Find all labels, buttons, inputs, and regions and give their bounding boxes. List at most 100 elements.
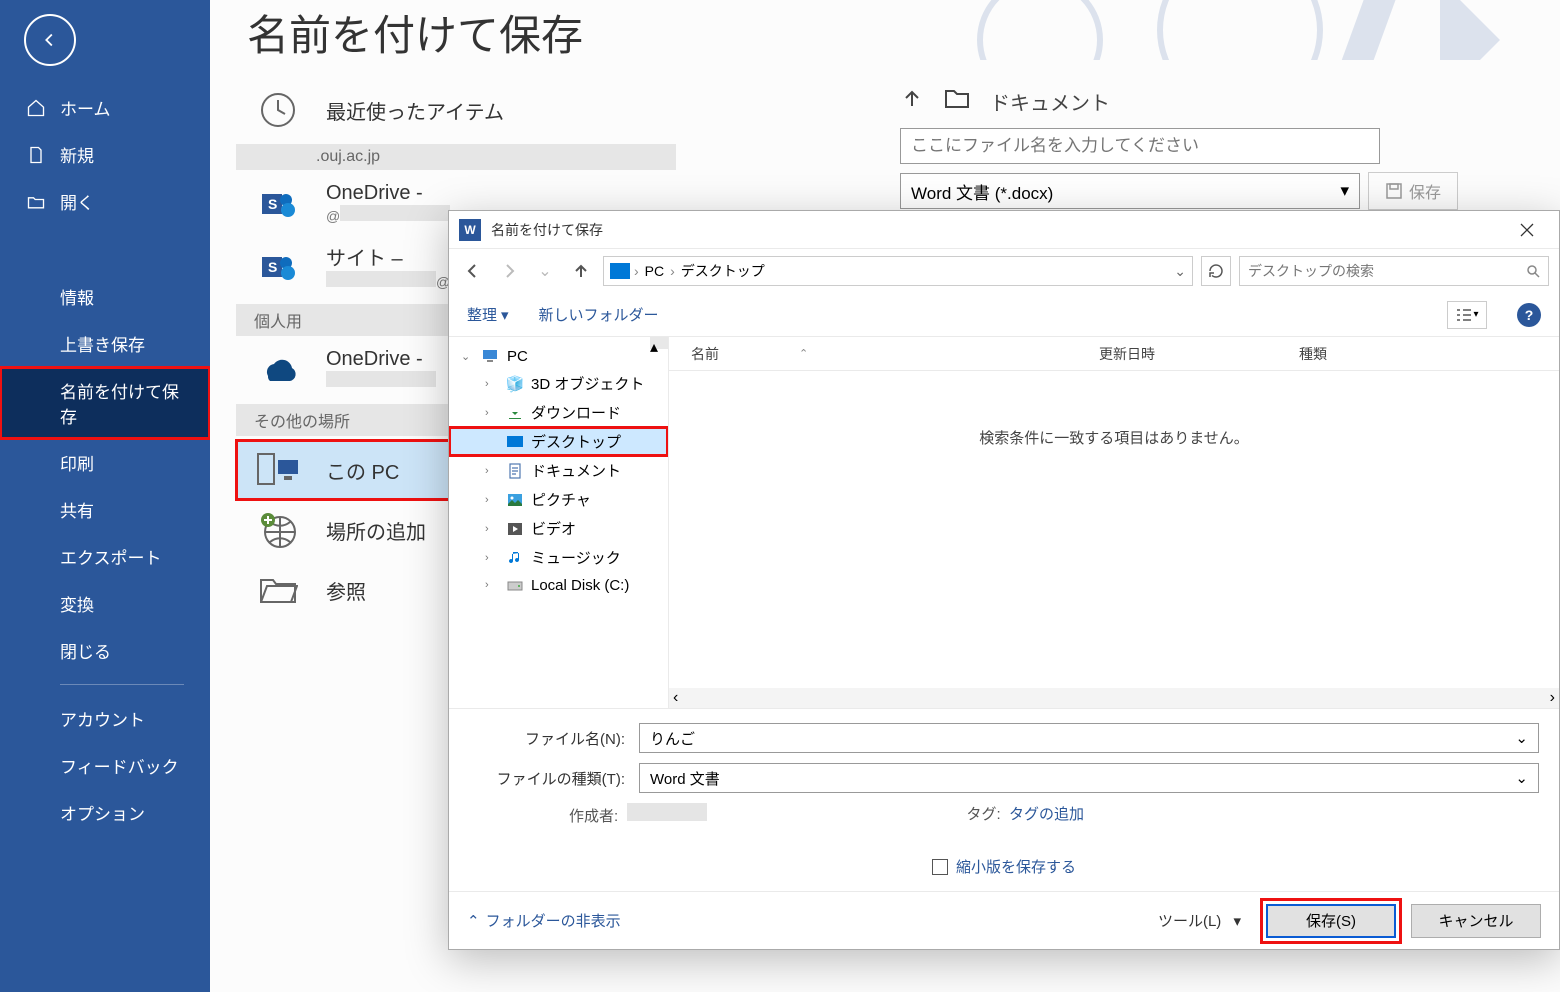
nav-share[interactable]: 共有 <box>0 486 210 533</box>
nav-info[interactable]: 情報 <box>0 273 210 320</box>
domain-banner: .ouj.ac.jp <box>236 144 676 170</box>
refresh-button[interactable] <box>1201 256 1231 286</box>
video-icon <box>505 520 525 538</box>
col-date[interactable]: 更新日時 <box>1099 344 1299 364</box>
nav-account[interactable]: アカウント <box>0 695 210 742</box>
back-button[interactable] <box>24 14 76 66</box>
addr-pc[interactable]: PC <box>639 263 670 279</box>
tree-pictures[interactable]: ›ピクチャ <box>449 485 668 514</box>
tree-videos[interactable]: ›ビデオ <box>449 514 668 543</box>
cancel-button[interactable]: キャンセル <box>1411 904 1541 938</box>
addr-desktop[interactable]: デスクトップ <box>675 261 771 281</box>
filename-input[interactable]: りんご⌄ <box>639 723 1539 753</box>
folder-icon <box>944 87 970 115</box>
chevron-down-icon[interactable]: ⌄ <box>1515 729 1528 747</box>
folder-tree: ▴ ⌄ PC ›🧊3D オブジェクト ›ダウンロード デスクトップ ›ドキュメン… <box>449 337 669 708</box>
backstage-save-button[interactable]: 保存 <box>1368 172 1458 210</box>
author-value[interactable] <box>627 803 707 821</box>
tree-downloads[interactable]: ›ダウンロード <box>449 398 668 427</box>
collapse-icon[interactable]: ⌄ <box>461 350 475 363</box>
thumbnail-label[interactable]: 縮小版を保存する <box>956 856 1076 877</box>
tree-scroll-up[interactable]: ▴ <box>650 337 668 349</box>
tree-documents[interactable]: ›ドキュメント <box>449 456 668 485</box>
organize-menu[interactable]: 整理 ▾ <box>467 304 509 325</box>
sort-indicator-icon[interactable]: ⌃ <box>799 347 808 360</box>
search-input[interactable] <box>1248 263 1526 279</box>
filetype-select[interactable]: Word 文書⌄ <box>639 763 1539 793</box>
backstage-sidebar: ホーム 新規 開く 情報 上書き保存 名前を付けて保存 印刷 共有 エクスポート… <box>0 0 210 992</box>
empty-message: 検索条件に一致する項目はありません。 <box>669 427 1559 448</box>
tree-music[interactable]: ›ミュージック <box>449 543 668 572</box>
nav-back-icon[interactable] <box>459 257 487 285</box>
col-name[interactable]: 名前 <box>691 344 719 364</box>
location-recent[interactable]: 最近使ったアイテム <box>236 80 676 140</box>
filetype-label: ファイルの種類(T): <box>469 768 639 789</box>
dialog-actions: ⌃フォルダーの非表示 ツール(L) ▾ 保存(S) キャンセル <box>449 891 1559 949</box>
addr-dropdown-icon[interactable]: ⌄ <box>1174 263 1186 280</box>
nav-up-icon[interactable] <box>567 257 595 285</box>
pc-icon <box>481 347 501 365</box>
hide-folders-toggle[interactable]: ⌃フォルダーの非表示 <box>467 910 621 931</box>
decorative-graphics <box>920 0 1560 60</box>
nav-forward-icon[interactable] <box>495 257 523 285</box>
breadcrumb-folder[interactable]: ドキュメント <box>990 87 1110 116</box>
address-bar[interactable]: › PC › デスクトップ ⌄ <box>603 256 1193 286</box>
nav-open[interactable]: 開く <box>0 178 210 225</box>
dialog-titlebar: W 名前を付けて保存 <box>449 211 1559 249</box>
download-icon <box>505 404 525 422</box>
disk-icon <box>505 576 525 594</box>
search-box[interactable] <box>1239 256 1549 286</box>
tree-desktop[interactable]: デスクトップ <box>449 427 668 456</box>
view-options-button[interactable]: ▾ <box>1447 301 1487 329</box>
nav-history-icon[interactable]: ⌄ <box>531 257 559 285</box>
tag-add-link[interactable]: タグの追加 <box>1009 806 1084 823</box>
word-app-icon: W <box>459 219 481 241</box>
tree-3d-objects[interactable]: ›🧊3D オブジェクト <box>449 369 668 398</box>
music-icon <box>505 549 525 567</box>
cube-icon: 🧊 <box>505 375 525 393</box>
nav-options[interactable]: オプション <box>0 789 210 836</box>
col-type[interactable]: 種類 <box>1299 344 1559 364</box>
up-arrow-icon[interactable] <box>900 86 924 116</box>
tree-pc[interactable]: ⌄ PC <box>449 343 668 369</box>
nav-export[interactable]: エクスポート <box>0 533 210 580</box>
dialog-navbar: ⌄ › PC › デスクトップ ⌄ <box>449 249 1559 293</box>
tag-label: タグ: <box>967 806 1001 823</box>
onedrive-icon <box>256 348 300 392</box>
nav-new[interactable]: 新規 <box>0 131 210 178</box>
sharepoint-icon: S <box>256 182 300 226</box>
backstage-filename-input[interactable] <box>900 128 1380 164</box>
thumbnail-checkbox[interactable] <box>932 859 948 875</box>
nav-close[interactable]: 閉じる <box>0 627 210 674</box>
save-button[interactable]: 保存(S) <box>1266 904 1396 938</box>
pc-icon <box>256 448 300 492</box>
column-headers: 名前 ⌃ 更新日時 種類 <box>669 337 1559 371</box>
nav-home[interactable]: ホーム <box>0 84 210 131</box>
nav-save[interactable]: 上書き保存 <box>0 320 210 367</box>
backstage-filetype-select[interactable]: Word 文書 (*.docx) ▾ <box>900 173 1360 209</box>
folder-open-icon <box>256 568 300 612</box>
sharepoint-icon: S <box>256 245 300 289</box>
nav-saveas[interactable]: 名前を付けて保存 <box>0 367 210 439</box>
tree-local-disk[interactable]: ›Local Disk (C:) <box>449 572 668 598</box>
help-button[interactable]: ? <box>1517 303 1541 327</box>
save-dialog: W 名前を付けて保存 ⌄ › PC › デスクトップ ⌄ 整理 ▾ 新しいフォル… <box>448 210 1560 950</box>
close-button[interactable] <box>1505 214 1549 246</box>
chevron-down-icon: ▾ <box>1340 181 1349 201</box>
nav-print[interactable]: 印刷 <box>0 439 210 486</box>
nav-convert[interactable]: 変換 <box>0 580 210 627</box>
filename-label: ファイル名(N): <box>469 728 639 749</box>
globe-plus-icon <box>256 508 300 552</box>
chevron-down-icon[interactable]: ⌄ <box>1515 769 1528 787</box>
new-folder-button[interactable]: 新しいフォルダー <box>539 304 659 325</box>
nav-open-label: 開く <box>60 189 94 214</box>
redacted-email <box>340 205 450 221</box>
chevron-down-icon: ▾ <box>501 306 509 324</box>
document-icon <box>505 462 525 480</box>
dialog-title: 名前を付けて保存 <box>491 220 1505 240</box>
horizontal-scrollbar[interactable]: ‹› <box>669 688 1559 708</box>
search-icon <box>1526 264 1540 278</box>
svg-text:S: S <box>268 259 277 275</box>
tools-dropdown[interactable]: ツール(L) ▾ <box>1148 904 1251 937</box>
nav-feedback[interactable]: フィードバック <box>0 742 210 789</box>
